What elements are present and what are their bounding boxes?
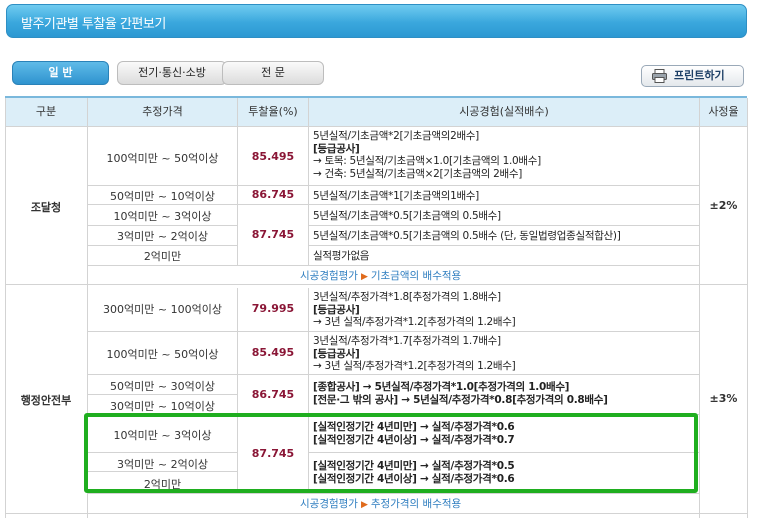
- price-range: 100억미만 ~ 50억이상: [106, 348, 219, 361]
- print-button-label: 프린트하기: [674, 69, 725, 82]
- experience-line: 5년실적/기초금액*0.5[기초금액의 0.5배수]: [313, 210, 501, 222]
- footer-note-right: 기초금액의 배수적용: [370, 270, 462, 282]
- printer-icon: [652, 69, 667, 83]
- highlight-box: [84, 413, 698, 493]
- bid-rate: 85.495: [251, 346, 295, 359]
- experience-line: → 건축: 5년실적/기초금액×2[기초금액의 2배수]: [313, 167, 523, 180]
- footer-note-left: 시공경험평가: [300, 270, 358, 282]
- bid-rate: 86.745: [251, 188, 295, 201]
- tab-specialty[interactable]: 전 문: [222, 61, 324, 85]
- page-title: 발주기관별 투찰율 간편보기: [21, 17, 166, 32]
- grid-line: [87, 225, 237, 226]
- price-range: 50억미만 ~ 30억이상: [110, 380, 215, 393]
- experience-line: [등급공사]: [313, 303, 360, 316]
- price-range: 30억미만 ~ 10억이상: [110, 400, 215, 413]
- experience-line: [등급공사]: [313, 347, 360, 360]
- grid-line: [5, 98, 6, 518]
- experience-line: [전문·그 밖의 공사] → 5년실적/추정가격*0.8[추정가격의 0.8배수…: [313, 393, 608, 406]
- price-range: 50억미만 ~ 10억이상: [110, 190, 215, 203]
- grid-line: [87, 185, 699, 186]
- bid-rate: 87.745: [251, 228, 295, 241]
- footer-note-right: 추정가격의 배수적용: [370, 498, 462, 510]
- grid-line: [308, 225, 699, 226]
- grid-line: [87, 265, 699, 266]
- header-category: 구분: [5, 98, 87, 126]
- experience-line: 실적평가없음: [313, 250, 370, 262]
- triangle-right-icon: ▶: [360, 500, 368, 510]
- experience-text: 3년실적/추정가격*1.8[추정가격의 1.8배수] [등급공사] → 3년 실…: [313, 291, 516, 329]
- price-range: 10억미만 ~ 3억이상: [113, 210, 212, 223]
- adjust-rate: ±2%: [709, 199, 738, 212]
- grid-line: [87, 331, 699, 332]
- price-range: 300억미만 ~ 100억이상: [103, 303, 222, 316]
- grid-line: [5, 513, 747, 514]
- category-name: 행정안전부: [20, 394, 72, 407]
- grid-line: [5, 284, 747, 285]
- experience-text: 3년실적/추정가격*1.7[추정가격의 1.7배수] [등급공사] → 3년 실…: [313, 335, 516, 373]
- experience-line: 3년실적/추정가격*1.8[추정가격의 1.8배수]: [313, 291, 501, 303]
- header-bid-rate: 투찰율(%): [238, 98, 308, 126]
- header-adjust-rate: 사정율: [700, 98, 747, 126]
- experience-text: [종합공사] → 5년실적/추정가격*1.0[추정가격의 1.0배수] [전문·…: [313, 381, 608, 406]
- header-experience: 시공경험(실적배수): [309, 98, 699, 126]
- title-bar: 발주기관별 투찰율 간편보기: [6, 4, 747, 38]
- grid-line: [87, 394, 237, 395]
- grid-line: [747, 98, 748, 518]
- bid-rate: 85.495: [251, 150, 295, 163]
- bid-rate: 79.995: [251, 302, 295, 315]
- price-range: 3억미만 ~ 2억이상: [117, 230, 208, 243]
- price-range: 2억미만: [143, 250, 182, 263]
- grid-line: [308, 98, 309, 265]
- grid-line: [308, 245, 699, 246]
- grid-line: [5, 126, 747, 127]
- header-estimated-price: 추정가격: [88, 98, 237, 126]
- footer-note: 시공경험평가 ▶ 기초금액의 배수적용: [300, 268, 461, 283]
- category-name: 조달청: [30, 201, 62, 214]
- experience-line: [등급공사]: [313, 142, 360, 155]
- experience-line: 3년실적/추정가격*1.7[추정가격의 1.7배수]: [313, 335, 501, 347]
- footer-note-left: 시공경험평가: [300, 498, 358, 510]
- grid-line: [87, 374, 699, 375]
- experience-line: → 3년 실적/추정가격*1.2[추정가격의 1.2배수]: [313, 316, 516, 328]
- experience-line: 5년실적/기초금액*2[기초금액의2배수]: [313, 130, 479, 142]
- footer-note: 시공경험평가 ▶ 추정가격의 배수적용: [300, 496, 461, 511]
- experience-line: 5년실적/기초금액*1[기초금액의1배수]: [313, 190, 479, 202]
- experience-line: → 3년 실적/추정가격*1.2[추정가격의 1.2배수]: [313, 360, 516, 372]
- adjust-rate: ±3%: [709, 392, 738, 405]
- grid-line: [87, 245, 237, 246]
- bid-rate: 86.745: [251, 388, 295, 401]
- experience-line: 5년실적/기초금액*0.5[기초금액의 0.5배수 (단, 동일법령업종실적합산…: [313, 230, 621, 242]
- price-range: 100억미만 ~ 50억이상: [106, 152, 219, 165]
- grid-line: [87, 204, 699, 205]
- experience-line: → 토목: 5년실적/기초금액×1.0[기초금액의 1.0배수]: [313, 155, 541, 167]
- triangle-right-icon: ▶: [360, 272, 368, 282]
- experience-line: [종합공사] → 5년실적/추정가격*1.0[추정가격의 1.0배수]: [313, 381, 570, 393]
- print-button[interactable]: 프린트하기: [641, 65, 744, 87]
- grid-line: [87, 493, 699, 494]
- tab-electric-telecom-fire[interactable]: 전기·통신·소방: [117, 61, 227, 85]
- grid-line: [699, 98, 700, 518]
- experience-text: 5년실적/기초금액*2[기초금액의2배수] [등급공사] → 토목: 5년실적/…: [313, 130, 541, 180]
- tab-general[interactable]: 일 반: [12, 61, 109, 85]
